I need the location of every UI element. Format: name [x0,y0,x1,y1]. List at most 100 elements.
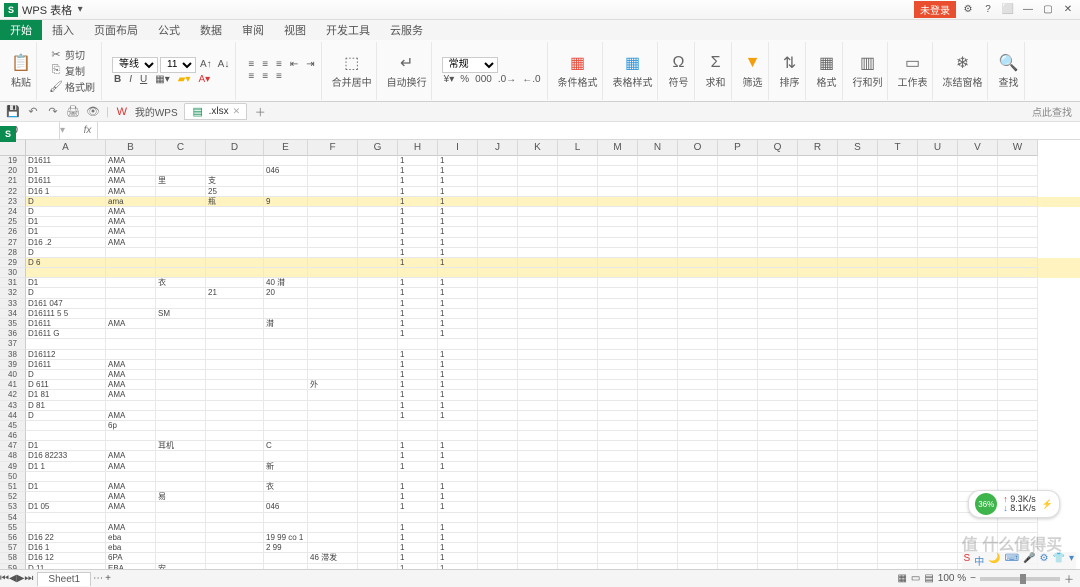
cell[interactable] [718,299,758,309]
cell[interactable]: D1 [26,166,106,176]
cell[interactable]: AMA [106,411,156,421]
cell[interactable]: 1 [398,523,438,533]
cell[interactable]: D1 [26,217,106,227]
align-right-button[interactable]: ≡ [274,71,284,82]
view-normal-icon[interactable]: ▦ [897,573,906,584]
cell[interactable] [358,360,398,370]
cell[interactable]: 1 [398,441,438,451]
cell[interactable] [718,227,758,237]
row-header[interactable]: 36 [0,329,26,339]
column-header[interactable]: G [358,140,398,156]
cell[interactable] [478,258,518,268]
cell[interactable] [758,350,798,360]
font-size-select[interactable]: 11 [160,57,196,73]
cell[interactable] [598,513,638,523]
cell[interactable] [958,390,998,400]
cell[interactable] [438,431,478,441]
cell[interactable] [106,513,156,523]
cell[interactable] [918,207,958,217]
cell[interactable] [206,248,264,258]
cell[interactable]: 1 [438,299,478,309]
cell[interactable] [106,299,156,309]
cell[interactable] [838,166,878,176]
cell[interactable] [798,451,838,461]
cell[interactable]: 46 滞发 [308,553,358,563]
cell[interactable] [156,513,206,523]
close-tab-icon[interactable]: ✕ [233,106,241,117]
cell[interactable] [518,166,558,176]
cell[interactable] [958,207,998,217]
cell[interactable] [358,441,398,451]
cell[interactable] [478,411,518,421]
cell[interactable] [718,278,758,288]
cell[interactable] [838,278,878,288]
cell[interactable] [358,421,398,431]
cell[interactable] [718,258,758,268]
cell[interactable] [678,462,718,472]
preview-icon[interactable]: 👁 [86,105,100,119]
cell[interactable] [838,380,878,390]
cell[interactable] [478,278,518,288]
cell[interactable] [308,401,358,411]
cell[interactable]: 1 [398,207,438,217]
cell[interactable] [598,309,638,319]
cell[interactable] [838,401,878,411]
cell[interactable]: 1 [398,217,438,227]
cell[interactable] [718,248,758,258]
cell[interactable] [558,513,598,523]
tab-review[interactable]: 审阅 [232,20,274,40]
cell[interactable] [798,268,838,278]
cell[interactable]: 耳机 [156,441,206,451]
cell[interactable] [838,553,878,563]
cell[interactable] [264,380,308,390]
cell[interactable]: 1 [438,492,478,502]
cell[interactable] [878,431,918,441]
cell[interactable] [558,523,598,533]
print-icon[interactable]: 🖨 [66,105,80,119]
cell[interactable] [758,390,798,400]
cell[interactable] [518,401,558,411]
cell[interactable] [998,370,1038,380]
cell[interactable] [156,288,206,298]
cell[interactable] [718,156,758,166]
cell[interactable] [958,401,998,411]
cell[interactable] [798,543,838,553]
cell[interactable] [358,401,398,411]
cell[interactable] [308,299,358,309]
cell[interactable] [998,288,1038,298]
cell[interactable]: 支 [206,176,264,186]
document-tab[interactable]: ▤ .xlsx ✕ [184,103,248,120]
sum-button[interactable]: Σ求和 [705,52,727,89]
cell[interactable] [264,421,308,431]
cell[interactable] [558,472,598,482]
cell[interactable] [878,380,918,390]
cell[interactable] [798,380,838,390]
cell[interactable] [958,176,998,186]
cell[interactable] [206,523,264,533]
cell[interactable] [558,553,598,563]
cell[interactable] [478,553,518,563]
cell[interactable] [206,502,264,512]
cell[interactable] [838,523,878,533]
cell[interactable] [518,299,558,309]
cell[interactable] [156,523,206,533]
cell[interactable] [308,411,358,421]
cell[interactable]: D [26,411,106,421]
cell[interactable] [308,502,358,512]
cell[interactable] [758,268,798,278]
cell[interactable] [156,380,206,390]
cell[interactable] [308,288,358,298]
cell[interactable] [206,533,264,543]
cell[interactable] [358,278,398,288]
cell[interactable] [838,217,878,227]
cell[interactable] [878,309,918,319]
cell[interactable] [156,197,206,207]
cell[interactable] [798,197,838,207]
cell[interactable] [678,390,718,400]
cell[interactable] [358,543,398,553]
percent-button[interactable]: % [458,74,471,85]
cell[interactable] [918,390,958,400]
cell[interactable] [206,380,264,390]
cell[interactable]: D1611 [26,360,106,370]
cell[interactable] [206,513,264,523]
